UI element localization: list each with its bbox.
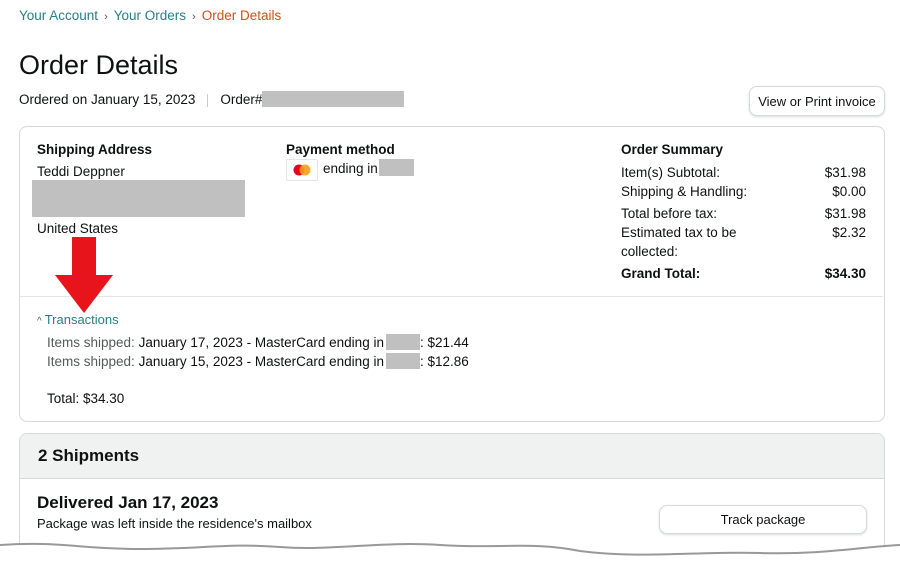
order-meta: Ordered on January 15, 2023 Order# (19, 91, 405, 107)
transaction-prefix: Items shipped: (47, 335, 135, 350)
transaction-text: January 17, 2023 - MasterCard ending in (138, 335, 384, 350)
breadcrumb-current: Order Details (201, 8, 282, 23)
summary-label: Item(s) Subtotal: (621, 165, 721, 180)
view-print-invoice-button[interactable]: View or Print invoice (749, 86, 885, 116)
shipping-country: United States (37, 221, 119, 236)
mastercard-icon (286, 159, 318, 181)
torn-edge (0, 542, 900, 569)
breadcrumb-your-account[interactable]: Your Account (19, 8, 98, 23)
transaction-prefix: Items shipped: (47, 354, 135, 369)
summary-row-before-tax: Total before tax: $31.98 (621, 204, 866, 223)
transaction-amount: : $21.44 (419, 335, 469, 350)
transaction-amount: : $12.86 (419, 354, 469, 369)
order-number-label: Order# (220, 92, 263, 107)
card-divider (20, 296, 883, 297)
summary-value: $31.98 (824, 206, 866, 221)
summary-value: $2.32 (832, 225, 866, 240)
transaction-row: Items shipped: January 15, 2023 - Master… (47, 353, 469, 369)
summary-row-shipping: Shipping & Handling: $0.00 (621, 182, 866, 201)
track-package-button[interactable]: Track package (659, 505, 867, 534)
shipping-address-heading: Shipping Address (37, 142, 153, 157)
chevron-up-icon: ^ (37, 316, 42, 327)
grand-total-value: $34.30 (824, 266, 866, 281)
breadcrumb-separator: › (104, 11, 108, 23)
summary-row-grand-total: Grand Total: $34.30 (621, 264, 866, 283)
summary-value: $31.98 (824, 165, 866, 180)
card-digits-redacted (385, 334, 420, 350)
meta-divider (207, 93, 209, 107)
shipping-address-redacted (32, 180, 245, 217)
delivery-detail: Package was left inside the residence's … (37, 516, 312, 531)
card-digits-redacted (385, 353, 420, 369)
breadcrumb: Your Account › Your Orders › Order Details (19, 8, 281, 23)
summary-label: Shipping & Handling: (621, 184, 748, 199)
summary-label: Total before tax: (621, 206, 718, 221)
summary-row-tax: Estimated tax to be collected: $2.32 (621, 223, 866, 261)
payment-ending-label: ending in (323, 161, 378, 176)
shipments-heading: 2 Shipments (20, 434, 884, 479)
payment-method-heading: Payment method (286, 142, 395, 157)
shipping-name: Teddi Deppner (37, 164, 125, 179)
grand-total-label: Grand Total: (621, 266, 701, 281)
ordered-on-date: Ordered on January 15, 2023 (19, 92, 196, 107)
transactions-total: Total: $34.30 (47, 391, 125, 406)
order-summary-heading: Order Summary (621, 142, 724, 157)
summary-value: $0.00 (832, 184, 866, 199)
order-number-redacted (262, 91, 405, 107)
summary-label: Estimated tax to be collected: (621, 225, 737, 259)
delivery-status: Delivered Jan 17, 2023 (37, 493, 219, 512)
transaction-row: Items shipped: January 17, 2023 - Master… (47, 334, 469, 350)
transaction-text: January 15, 2023 - MasterCard ending in (138, 354, 384, 369)
order-summary-rows: Item(s) Subtotal: $31.98 Shipping & Handl… (621, 163, 866, 283)
breadcrumb-separator: › (192, 11, 196, 23)
breadcrumb-your-orders[interactable]: Your Orders (114, 8, 186, 23)
page-title: Order Details (19, 50, 179, 80)
red-arrow-annotation (55, 237, 113, 313)
card-digits-redacted (379, 159, 414, 176)
summary-row-subtotal: Item(s) Subtotal: $31.98 (621, 163, 866, 182)
